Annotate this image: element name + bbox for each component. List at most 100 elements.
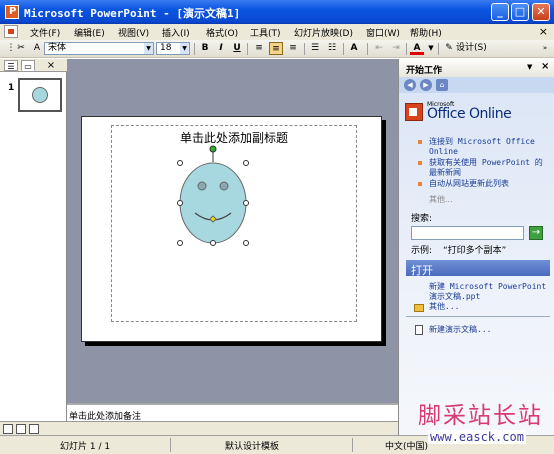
chevron-down-icon[interactable]: ▼ bbox=[424, 42, 438, 55]
slides-tab-icon[interactable]: ▭ bbox=[21, 60, 35, 71]
task-pane-close-button[interactable]: × bbox=[541, 61, 549, 72]
bold-button[interactable]: B bbox=[198, 42, 212, 55]
more-link[interactable]: 其他... bbox=[429, 194, 453, 205]
maximize-button[interactable]: □ bbox=[511, 3, 529, 21]
bullet-list-icon[interactable]: ☷ bbox=[325, 42, 339, 55]
home-icon[interactable]: ⌂ bbox=[436, 79, 448, 91]
recent-file-link[interactable]: 新建 Microsoft PowerPoint 演示文稿.ppt bbox=[429, 282, 547, 302]
powerpoint-app-icon[interactable] bbox=[5, 5, 19, 19]
task-pane: 开始工作 ▼ × ◀ ▶ ⌂ Microsoft Office Online 连… bbox=[398, 59, 554, 439]
numbered-list-icon[interactable]: ☰ bbox=[308, 42, 322, 55]
menu-format[interactable]: 格式(O) bbox=[206, 26, 238, 39]
font-name-select[interactable]: 宋体 ▼ bbox=[44, 42, 154, 55]
bullet-icon bbox=[418, 182, 422, 186]
link-connect-office-online[interactable]: 连接到 Microsoft Office Online bbox=[429, 137, 547, 157]
resize-handle[interactable] bbox=[243, 200, 249, 206]
align-left-icon[interactable]: ≡ bbox=[252, 42, 266, 55]
maximize-icon: □ bbox=[514, 5, 526, 18]
status-slide-info: 幻灯片 1 / 1 bbox=[60, 442, 111, 452]
font-name-value: 宋体 bbox=[48, 43, 67, 53]
folder-icon bbox=[414, 304, 424, 312]
toolbar-separator bbox=[194, 43, 195, 55]
align-right-icon[interactable]: ≡ bbox=[286, 42, 300, 55]
back-icon[interactable]: ◀ bbox=[404, 79, 416, 91]
toolbar-separator bbox=[343, 43, 344, 55]
panel-close-button[interactable]: × bbox=[44, 60, 58, 71]
normal-view-icon[interactable] bbox=[3, 424, 13, 434]
slide-number: 1 bbox=[8, 83, 15, 93]
toolbar-separator bbox=[247, 43, 248, 55]
notes-pane[interactable]: 单击此处添加备注 bbox=[67, 403, 398, 422]
open-section-header: 打开 bbox=[406, 260, 550, 277]
document-close-button[interactable]: × bbox=[539, 25, 548, 38]
open-more-link[interactable]: 其他... bbox=[429, 302, 547, 312]
resize-handle[interactable] bbox=[177, 240, 183, 246]
align-center-icon[interactable]: ≡ bbox=[269, 42, 283, 55]
slide-thumbnail[interactable] bbox=[18, 78, 62, 112]
smiley-face-shape[interactable] bbox=[82, 117, 383, 343]
example-label: 示例: bbox=[411, 246, 433, 256]
task-pane-dropdown-icon[interactable]: ▼ bbox=[527, 63, 532, 71]
resize-handle[interactable] bbox=[243, 160, 249, 166]
design-icon: ✎ bbox=[445, 43, 453, 53]
slideshow-view-icon[interactable] bbox=[29, 424, 39, 434]
resize-handle[interactable] bbox=[177, 160, 183, 166]
slides-panel: ☰ ▭ × 1 bbox=[0, 59, 67, 421]
resize-handle[interactable] bbox=[243, 240, 249, 246]
new-document-icon bbox=[415, 325, 423, 335]
status-language: 中文(中国) bbox=[385, 442, 429, 452]
rotate-handle[interactable] bbox=[209, 145, 217, 153]
minimize-button[interactable]: _ bbox=[491, 3, 509, 21]
menu-help[interactable]: 帮助(H) bbox=[410, 26, 442, 39]
menu-view[interactable]: 视图(V) bbox=[118, 26, 149, 39]
forward-icon[interactable]: ▶ bbox=[420, 79, 432, 91]
search-input[interactable] bbox=[411, 226, 524, 240]
outline-tab-icon[interactable]: ☰ bbox=[4, 60, 18, 71]
link-auto-update[interactable]: 自动从网站更新此列表 bbox=[429, 179, 547, 189]
increase-font-button[interactable]: A bbox=[347, 42, 361, 55]
slide-canvas[interactable]: 单击此处添加副标题 bbox=[81, 116, 382, 342]
view-buttons-bar bbox=[0, 421, 67, 435]
divider bbox=[406, 316, 550, 317]
new-presentation-link[interactable]: 新建演示文稿... bbox=[429, 325, 547, 335]
underline-button[interactable]: U bbox=[230, 42, 244, 55]
menu-insert[interactable]: 插入(I) bbox=[162, 26, 190, 39]
toolbar-separator bbox=[367, 43, 368, 55]
menu-bar: 文件(F) 编辑(E) 视图(V) 插入(I) 格式(O) 工具(T) 幻灯片放… bbox=[0, 24, 554, 40]
search-go-button[interactable]: → bbox=[529, 226, 543, 240]
cut-icon[interactable]: ✂ bbox=[14, 42, 28, 55]
watermark-text: 脚采站长站 bbox=[418, 403, 543, 429]
resize-handle[interactable] bbox=[177, 200, 183, 206]
slides-panel-tabs: ☰ ▭ × bbox=[0, 59, 67, 72]
menu-tools[interactable]: 工具(T) bbox=[250, 26, 281, 39]
font-color-button[interactable]: A bbox=[410, 42, 424, 55]
menu-file[interactable]: 文件(F) bbox=[30, 26, 60, 39]
slide-sorter-view-icon[interactable] bbox=[16, 424, 26, 434]
italic-button[interactable]: I bbox=[214, 42, 228, 55]
right-eye bbox=[219, 181, 229, 191]
window-title: Microsoft PowerPoint - [演示文稿1] bbox=[24, 7, 241, 20]
link-powerpoint-news[interactable]: 获取有关使用 PowerPoint 的最新新闻 bbox=[429, 158, 547, 178]
font-size-select[interactable]: 18 ▼ bbox=[156, 42, 190, 55]
menu-slideshow[interactable]: 幻灯片放映(D) bbox=[294, 26, 353, 39]
bullet-icon bbox=[418, 140, 422, 144]
design-button[interactable]: 设计(S) bbox=[456, 42, 502, 55]
task-pane-header: 开始工作 ▼ × bbox=[399, 59, 554, 77]
decrease-indent-icon[interactable]: ⇤ bbox=[372, 42, 386, 55]
document-icon[interactable] bbox=[4, 25, 18, 38]
menu-edit[interactable]: 编辑(E) bbox=[74, 26, 105, 39]
increase-indent-icon[interactable]: ⇥ bbox=[389, 42, 403, 55]
office-logo-icon bbox=[405, 103, 423, 121]
search-label: 搜索: bbox=[411, 214, 433, 224]
close-icon: ✕ bbox=[536, 5, 546, 18]
toolbar-options-icon[interactable]: » bbox=[538, 42, 552, 55]
close-button[interactable]: ✕ bbox=[532, 3, 550, 21]
font-size-value: 18 bbox=[160, 43, 172, 53]
horizontal-scrollbar[interactable] bbox=[67, 421, 398, 435]
resize-handle[interactable] bbox=[210, 240, 216, 246]
menu-window[interactable]: 窗口(W) bbox=[366, 26, 400, 39]
font-icon[interactable]: A bbox=[30, 42, 44, 55]
chevron-down-icon: ▼ bbox=[144, 43, 153, 54]
example-value: “打印多个副本” bbox=[443, 246, 507, 256]
watermark-url: www.easck.com bbox=[428, 430, 526, 444]
